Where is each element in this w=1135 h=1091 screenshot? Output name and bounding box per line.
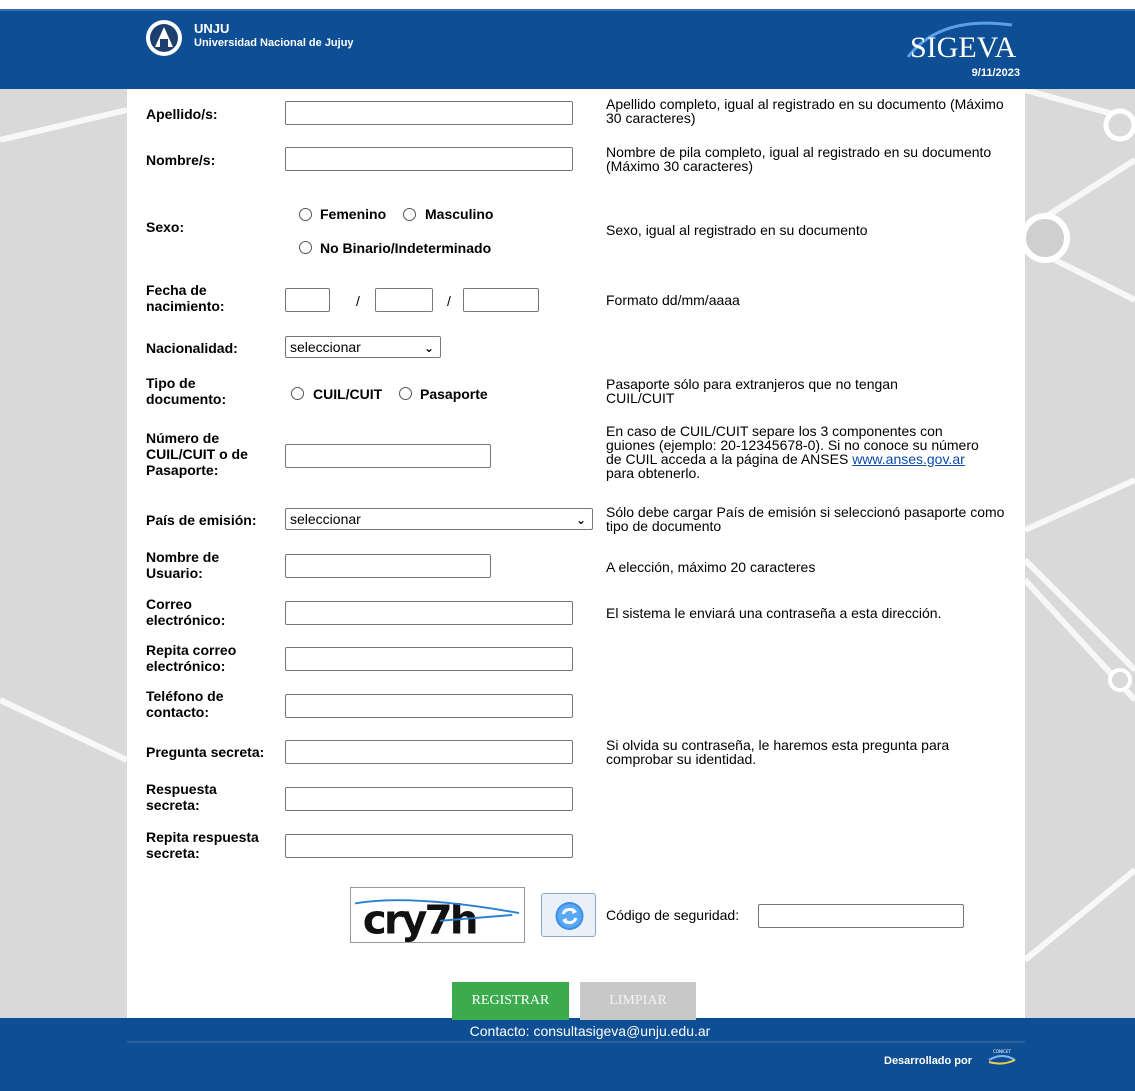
secret-answer-input[interactable] [285, 787, 573, 811]
secret-question-help: Si olvida su contraseña, le haremos esta… [606, 737, 950, 767]
phone-label-line1: Teléfono de [146, 688, 224, 704]
secret-answer-confirm-label-line2: secreta: [146, 845, 200, 861]
phone-label-line2: contacto: [146, 704, 209, 720]
refresh-captcha-button[interactable] [541, 893, 596, 937]
footer-divider [127, 1041, 1025, 1043]
username-input[interactable] [285, 554, 491, 578]
surname-label: Apellido/s: [146, 106, 218, 122]
nationality-selected-value: seleccionar [290, 339, 361, 355]
doc-number-help-suffix: para obtenerlo. [606, 465, 701, 481]
sex-option-femenino-label: Femenino [320, 206, 387, 222]
doc-number-help: En caso de CUIL/CUIT separe los 3 compon… [606, 424, 991, 480]
clear-button[interactable]: LIMPIAR [580, 982, 696, 1020]
birthdate-year-input[interactable] [463, 288, 539, 312]
site-header: UNJU Universidad Nacional de Jujuy SIGEV… [0, 9, 1135, 89]
name-help: Nombre de pila completo, igual al regist… [606, 144, 992, 174]
birthdate-month-input[interactable] [375, 288, 433, 312]
secret-answer-label-line2: secreta: [146, 797, 200, 813]
sex-label: Sexo: [146, 219, 185, 235]
doc-type-pasaporte-label: Pasaporte [420, 386, 488, 402]
current-date: 9/11/2023 [971, 67, 1020, 79]
email-label-line2: electrónico: [146, 612, 226, 628]
chevron-down-icon: ⌄ [575, 513, 586, 527]
email-input[interactable] [285, 601, 573, 625]
sex-help: Sexo, igual al registrado en su document… [606, 222, 868, 238]
name-label: Nombre/s: [146, 152, 216, 168]
issuing-country-label: País de emisión: [146, 512, 257, 528]
sex-radio-femenino[interactable] [299, 208, 312, 221]
username-help: A elección, máximo 20 caracteres [606, 559, 816, 575]
captcha-image: cry7h [350, 887, 525, 943]
sex-option-no-binario-label: No Binario/Indeterminado [320, 240, 492, 256]
nationality-select[interactable]: seleccionar ⌄ [285, 336, 441, 358]
university-name: Universidad Nacional de Jujuy [194, 37, 354, 49]
birthdate-help: Formato dd/mm/aaaa [606, 292, 740, 308]
security-code-input[interactable] [758, 904, 964, 928]
doc-type-label-line2: documento: [146, 391, 227, 407]
doc-number-label-line3: Pasaporte: [146, 462, 219, 478]
email-confirm-label-line1: Repita correo [146, 642, 237, 658]
issuing-country-help: Sólo debe cargar País de emisión si sele… [606, 504, 1005, 534]
date-separator: / [356, 293, 360, 309]
doc-type-radio-cuil[interactable] [291, 387, 304, 400]
name-input[interactable] [285, 147, 573, 171]
chevron-down-icon: ⌄ [423, 341, 434, 355]
doc-type-label-line1: Tipo de [146, 375, 196, 391]
sex-radio-no-binario[interactable] [299, 241, 312, 254]
birthdate-label-line1: Fecha de [146, 282, 207, 298]
developed-by-label: Desarrollado por [884, 1055, 973, 1067]
email-confirm-label-line2: electrónico: [146, 658, 226, 674]
doc-type-help: Pasaporte sólo para extranjeros que no t… [606, 376, 898, 406]
sex-radio-masculino[interactable] [403, 208, 416, 221]
email-help: El sistema le enviará una contraseña a e… [606, 605, 942, 621]
doc-number-input[interactable] [285, 444, 491, 468]
anses-link[interactable]: www.anses.gov.ar [852, 451, 965, 467]
register-button[interactable]: REGISTRAR [452, 982, 569, 1020]
sigeva-logo: SIGEVA [906, 21, 1016, 64]
sex-option-masculino-label: Masculino [425, 206, 494, 222]
secret-answer-confirm-input[interactable] [285, 834, 573, 858]
secret-answer-confirm-label-line1: Repita respuesta [146, 829, 259, 845]
university-abbreviation: UNJU [194, 21, 230, 36]
svg-text:SIGEVA: SIGEVA [910, 31, 1016, 64]
doc-type-radio-pasaporte[interactable] [399, 387, 412, 400]
svg-text:CONICET: CONICET [993, 1049, 1011, 1054]
birthdate-day-input[interactable] [285, 288, 330, 312]
surname-input[interactable] [285, 101, 573, 125]
university-seal-icon [146, 20, 182, 56]
doc-number-label-line2: CUIL/CUIT o de [146, 446, 248, 462]
phone-input[interactable] [285, 694, 573, 718]
contact-email[interactable]: Contacto: consultasigeva@unju.edu.ar [0, 1023, 1135, 1039]
username-label-line1: Nombre de [146, 549, 220, 565]
date-separator: / [447, 293, 451, 309]
site-footer: Contacto: consultasigeva@unju.edu.ar Des… [0, 1018, 1135, 1091]
nationality-label: Nacionalidad: [146, 340, 238, 356]
secret-answer-label-line1: Respuesta [146, 781, 217, 797]
issuing-country-select[interactable]: seleccionar ⌄ [285, 508, 593, 530]
doc-type-cuil-label: CUIL/CUIT [313, 386, 383, 402]
security-code-label: Código de seguridad: [606, 907, 740, 923]
conicet-logo: CONICET [988, 1049, 1016, 1065]
doc-number-label-line1: Número de [146, 430, 220, 446]
birthdate-label-line2: nacimiento: [146, 298, 225, 314]
top-border [0, 0, 1135, 9]
email-label-line1: Correo [146, 596, 192, 612]
refresh-icon [555, 902, 584, 930]
username-label-line2: Usuario: [146, 565, 203, 581]
surname-help: Apellido completo, igual al registrado e… [606, 96, 1004, 126]
issuing-country-selected-value: seleccionar [290, 511, 361, 527]
email-confirm-input[interactable] [285, 647, 573, 671]
secret-question-label: Pregunta secreta: [146, 744, 265, 760]
secret-question-input[interactable] [285, 740, 573, 764]
